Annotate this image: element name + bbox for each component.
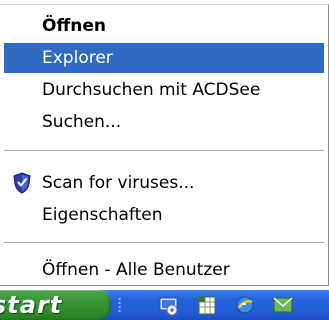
desktop-icon[interactable] <box>158 294 180 316</box>
screen: Öffnen Explorer Durchsuchen mit ACDSee S… <box>0 0 329 320</box>
menu-item-label: Explorer <box>42 48 113 68</box>
menu-item-open[interactable]: Öffnen <box>4 11 324 41</box>
menu-item-explorer[interactable]: Explorer <box>4 43 324 73</box>
menu-item-browse-acdsee[interactable]: Durchsuchen mit ACDSee <box>4 75 324 105</box>
browser-icon[interactable] <box>234 294 256 316</box>
spreadsheet-icon[interactable] <box>196 294 218 316</box>
menu-item-label: Öffnen - Alle Benutzer <box>42 260 230 280</box>
menu-item-label: Suchen... <box>42 112 122 132</box>
start-button[interactable]: start <box>0 290 111 320</box>
menu-separator <box>4 150 324 152</box>
menu-item-label: Durchsuchen mit ACDSee <box>42 80 261 100</box>
menu-item-scan-viruses[interactable]: Scan for viruses... <box>4 168 324 198</box>
menu-separator <box>4 242 324 244</box>
menu-item-search[interactable]: Suchen... <box>4 107 324 137</box>
context-menu: Öffnen Explorer Durchsuchen mit ACDSee S… <box>0 4 329 286</box>
start-label: start <box>0 291 63 319</box>
mail-icon[interactable] <box>272 294 294 316</box>
menu-item-properties[interactable]: Eigenschaften <box>4 200 324 230</box>
shield-icon <box>12 172 32 194</box>
menu-item-label: Scan for viruses... <box>42 173 195 193</box>
menu-item-label: Öffnen <box>42 16 106 36</box>
menu-item-open-all-users[interactable]: Öffnen - Alle Benutzer <box>4 255 324 285</box>
menu-item-label: Eigenschaften <box>42 205 163 225</box>
taskbar: start <box>0 290 329 320</box>
quick-launch-grip[interactable] <box>118 297 121 314</box>
